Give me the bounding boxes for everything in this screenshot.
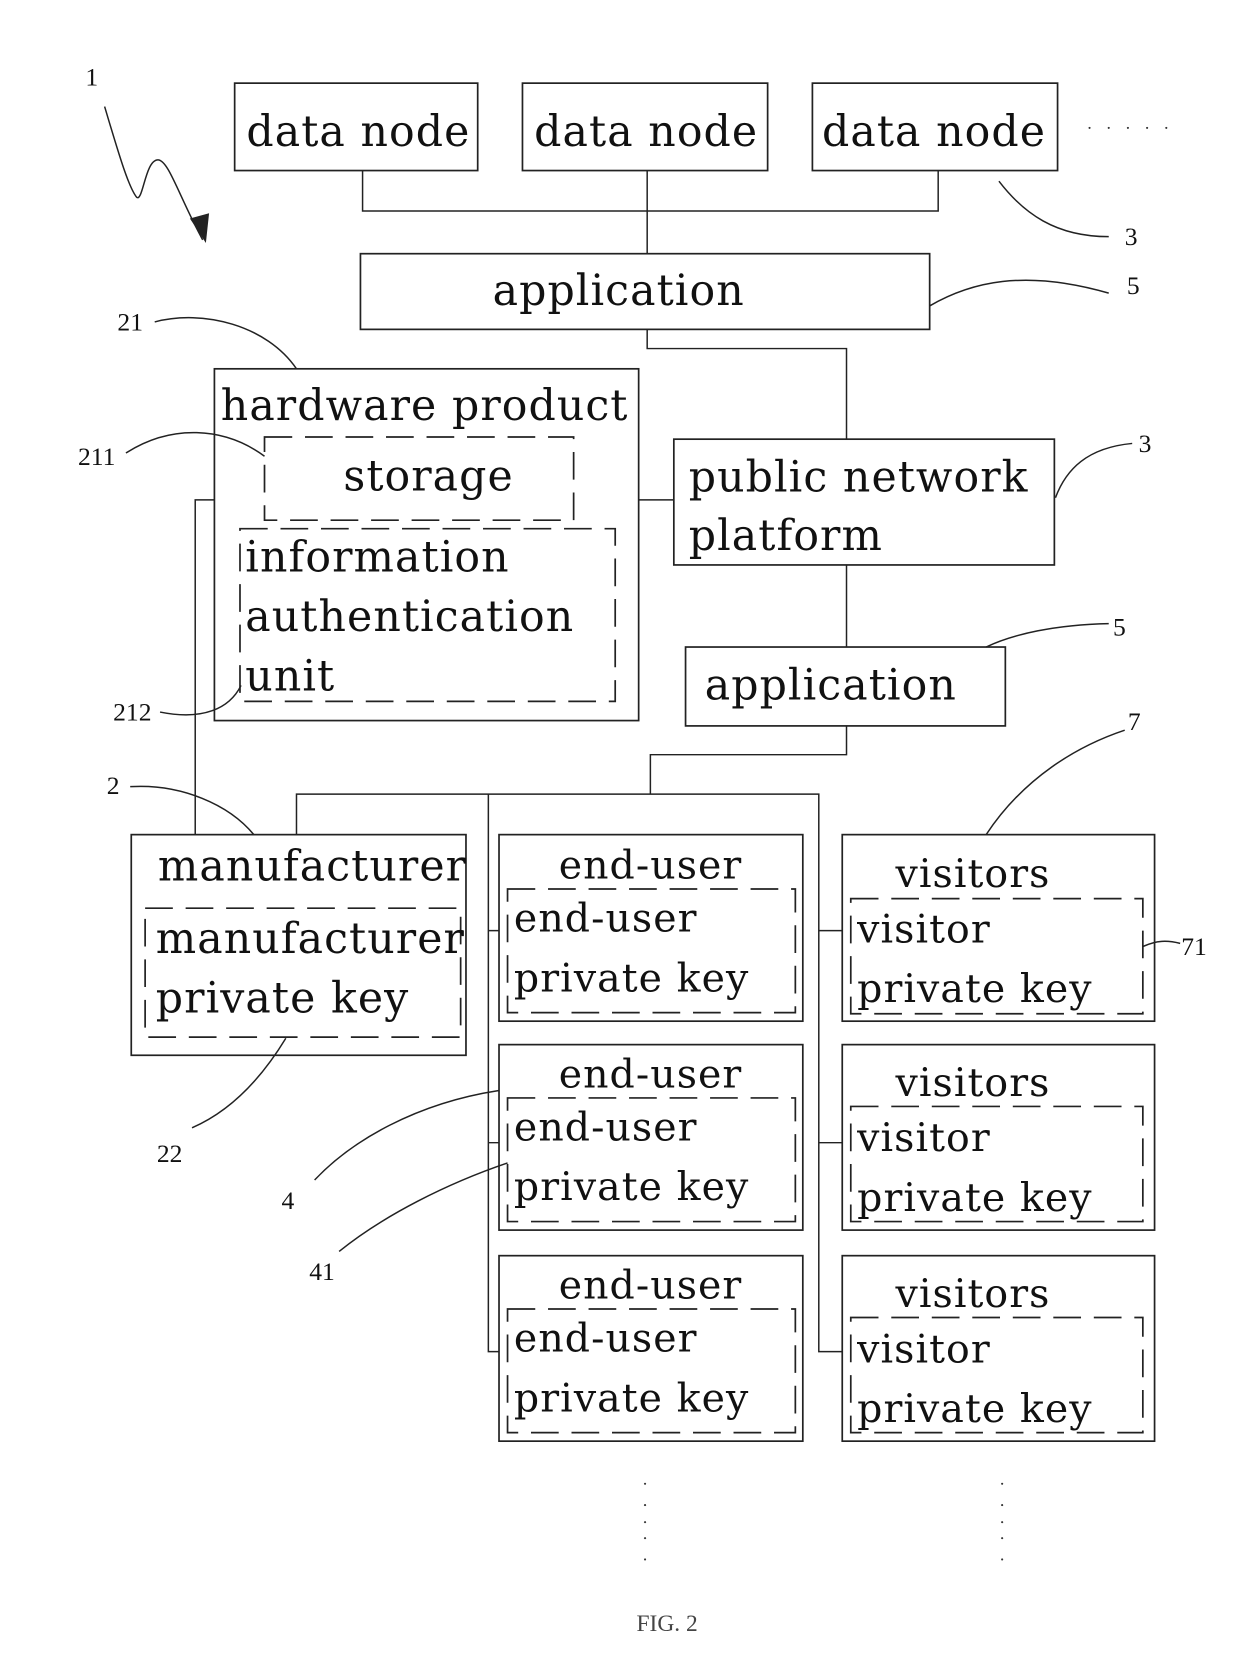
ref-label-end-user-key: 41 — [309, 1257, 335, 1286]
arrowhead-icon — [189, 213, 210, 244]
end-user-label: end-user — [559, 842, 743, 888]
ref-label-hardware-product: 21 — [117, 307, 143, 336]
data-node-label: data node — [822, 107, 1046, 157]
leader-visitors — [985, 729, 1125, 836]
mid-application-box: application — [684, 646, 1007, 727]
public-network-line-2: platform — [689, 511, 883, 561]
mid-application-label: application — [705, 660, 957, 710]
data-node-label: data node — [246, 107, 470, 157]
end-user-key-line-1: end-user — [514, 1316, 698, 1362]
visitor-key-line-2: private key — [857, 1175, 1092, 1221]
visitors-box-3: visitors visitor private key — [841, 1254, 1156, 1443]
data-node-bus — [361, 170, 939, 254]
public-network-line-1: public network — [689, 452, 1029, 502]
end-user-box-3: end-user end-user private key — [498, 1254, 804, 1443]
end-user-box-2: end-user end-user private key — [498, 1043, 804, 1231]
manufacturer-label: manufacturer — [158, 841, 467, 891]
visitor-key-line-1: visitor — [856, 1326, 991, 1372]
more-end-users-ellipsis — [643, 1482, 647, 1561]
visitor-key-line-2: private key — [857, 1386, 1092, 1432]
ref-label-system: 1 — [85, 62, 98, 91]
manufacturer-key-line-2: private key — [156, 974, 410, 1024]
ref-label-top-application: 5 — [1127, 271, 1140, 300]
leader-mid-application — [985, 622, 1109, 648]
end-user-label: end-user — [559, 1051, 743, 1097]
hardware-product-box: hardware product storage information aut… — [213, 367, 640, 722]
hardware-product-label: hardware product — [221, 381, 629, 431]
leader-manufacturer — [130, 785, 255, 836]
top-application-box: application — [359, 252, 931, 331]
ref-label-mid-application: 5 — [1113, 612, 1126, 641]
ref-label-data-node: 3 — [1125, 222, 1138, 251]
data-node-3: data node — [811, 82, 1059, 172]
end-user-key-line-1: end-user — [514, 896, 698, 942]
auth-unit-line-1: information — [245, 532, 509, 582]
data-node-1: data node — [233, 82, 479, 172]
visitor-key-line-2: private key — [857, 966, 1092, 1012]
app-to-network-wire — [646, 329, 848, 440]
patent-diagram: 1 data node data node data node 3 applic… — [78, 62, 1207, 1637]
end-user-key-line-1: end-user — [514, 1105, 698, 1151]
leader-data-node — [998, 180, 1109, 238]
hardware-to-manufacturer-wire — [194, 499, 215, 835]
end-user-key-line-2: private key — [514, 1164, 749, 1210]
auth-unit-line-2: authentication — [245, 592, 574, 642]
data-node-label: data node — [534, 107, 758, 157]
visitor-key-line-1: visitor — [856, 1115, 991, 1161]
leader-hardware-product — [154, 316, 298, 370]
end-user-key-line-2: private key — [514, 1375, 749, 1421]
leader-public-network — [1054, 442, 1133, 499]
ref-label-visitor-key: 71 — [1181, 932, 1207, 961]
data-node-2: data node — [521, 82, 769, 172]
end-user-box-1: end-user end-user private key — [498, 833, 804, 1023]
ref-label-manufacturer: 2 — [107, 771, 120, 800]
manufacturer-box: manufacturer manufacturer private key — [130, 833, 467, 1057]
leader-end-user — [314, 1089, 500, 1181]
visitors-box-1: visitors visitor private key — [841, 833, 1156, 1023]
end-user-label: end-user — [559, 1262, 743, 1308]
ref-label-storage: 211 — [78, 442, 115, 471]
leader-end-user-key — [338, 1162, 508, 1252]
end-user-key-line-2: private key — [514, 955, 749, 1001]
more-visitors-ellipsis — [1001, 1482, 1004, 1561]
visitors-label: visitors — [895, 851, 1051, 897]
more-data-nodes-ellipsis — [1088, 126, 1168, 129]
system-zigzag-arrow — [103, 106, 204, 241]
public-network-platform-box: public network platform — [672, 438, 1056, 566]
ref-label-end-user: 4 — [282, 1186, 295, 1215]
visitor-key-line-1: visitor — [856, 906, 991, 952]
figure-caption: FIG. 2 — [637, 1611, 698, 1637]
ref-label-manufacturer-key: 22 — [157, 1139, 183, 1168]
ref-label-auth-unit: 212 — [113, 698, 151, 727]
ref-label-visitors: 7 — [1128, 707, 1141, 736]
leader-top-application — [929, 279, 1109, 307]
auth-unit-line-3: unit — [245, 652, 335, 702]
visitors-box-2: visitors visitor private key — [841, 1043, 1156, 1231]
visitors-label: visitors — [895, 1060, 1051, 1106]
ref-label-public-network: 3 — [1139, 429, 1152, 458]
top-application-label: application — [493, 266, 745, 316]
visitors-label: visitors — [895, 1271, 1051, 1317]
manufacturer-key-line-1: manufacturer — [156, 914, 465, 964]
storage-label: storage — [343, 451, 513, 501]
